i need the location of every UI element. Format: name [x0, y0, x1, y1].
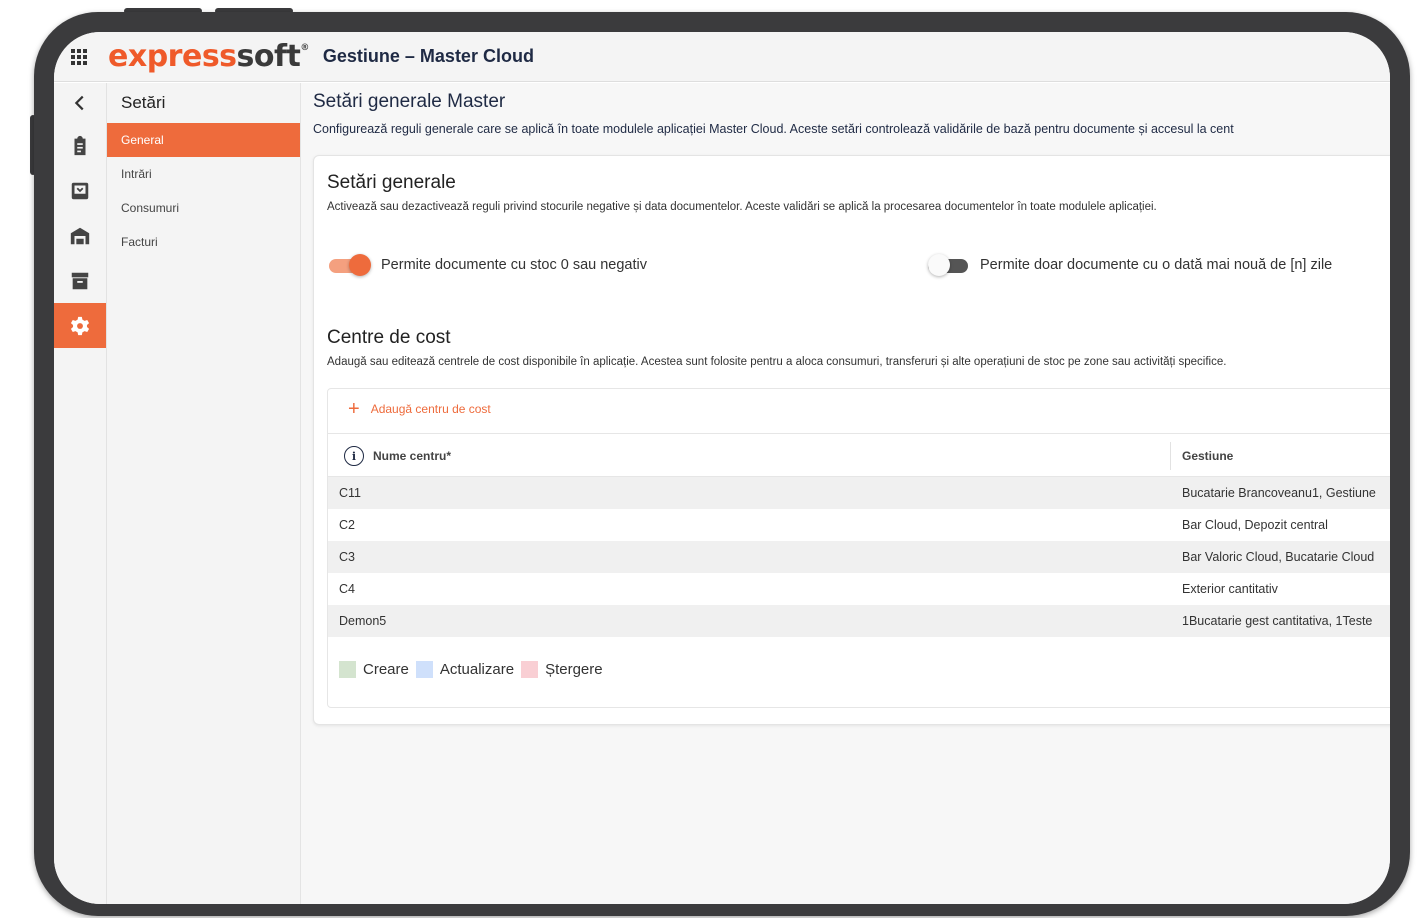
cost-centers-title: Centre de cost — [327, 327, 451, 348]
legend-swatch-delete — [521, 661, 539, 678]
cell-name: C3 — [339, 550, 355, 564]
gear-icon[interactable] — [54, 303, 106, 348]
table-row[interactable]: C4 Exterior cantitativ — [328, 573, 1390, 605]
info-icon[interactable]: i — [344, 446, 364, 466]
legend-swatch-update — [415, 661, 433, 678]
table-row[interactable]: C3 Bar Valoric Cloud, Bucatarie Cloud — [328, 541, 1390, 573]
legend-label-update: Actualizare — [439, 661, 515, 678]
archive-icon[interactable] — [54, 258, 106, 303]
general-settings-description: Activează sau dezactivează reguli privin… — [327, 201, 1157, 213]
tablet-frame: expresssoft® Gestiune – Master Cloud Set… — [34, 12, 1410, 916]
plus-icon: + — [348, 398, 360, 420]
clipboard-icon[interactable] — [54, 123, 106, 168]
table-row[interactable]: C2 Bar Cloud, Depozit central — [328, 509, 1390, 541]
cell-gestiune: Bar Valoric Cloud, Bucatarie Cloud — [1182, 550, 1375, 564]
top-bar: expresssoft® Gestiune – Master Cloud — [54, 32, 1390, 82]
chevron-left-icon[interactable] — [54, 83, 106, 123]
settings-card: Setări generale Activează sau dezactivea… — [313, 155, 1390, 725]
recent-date-label: Permite doar documente cu o dată mai nou… — [980, 257, 1333, 273]
legend-swatch-create — [339, 661, 356, 678]
column-header-name[interactable]: i Nume centru* — [344, 434, 451, 478]
column-header-name-label: Nume centru* — [373, 449, 452, 463]
subnav-item-facturi[interactable]: Facturi — [107, 225, 300, 259]
add-cost-center-button[interactable]: + Adaugă centru de cost — [348, 399, 491, 419]
cell-name: C2 — [339, 518, 355, 532]
page-description: Configurează reguli generale care se apl… — [313, 122, 1234, 136]
legend: Creare Actualizare Ștergere — [339, 661, 610, 678]
cell-gestiune: Bucatarie Brancoveanu1, Gestiune — [1182, 486, 1376, 500]
page-title: Setări generale Master — [313, 91, 506, 112]
main-content: Setări generale Master Configurează regu… — [301, 83, 1390, 904]
subnav-item-general[interactable]: General — [107, 123, 300, 157]
negative-stock-setting: Permite documente cu stoc 0 sau negativ — [329, 254, 647, 276]
app-title: Gestiune – Master Cloud — [322, 46, 534, 66]
app-screen: expresssoft® Gestiune – Master Cloud Set… — [54, 32, 1390, 904]
expressoft-logo: expresssoft® — [108, 39, 309, 74]
download-box-icon[interactable] — [54, 168, 106, 213]
add-cost-center-label: Adaugă centru de cost — [370, 402, 491, 416]
negative-stock-toggle[interactable] — [329, 254, 371, 276]
table-header: i Nume centru* Gestiune — [328, 433, 1390, 477]
cell-name: C4 — [339, 582, 355, 596]
settings-nav-title: Setări — [121, 93, 166, 112]
subnav-item-consumuri[interactable]: Consumuri — [107, 191, 300, 225]
column-divider[interactable] — [1170, 442, 1171, 470]
cell-name: C11 — [339, 486, 362, 500]
apps-grid-icon[interactable] — [54, 32, 104, 82]
table-row[interactable]: C11 Bucatarie Brancoveanu1, Gestiune — [328, 477, 1390, 509]
recent-date-toggle[interactable] — [928, 254, 970, 276]
table-row[interactable]: Demon5 1Bucatarie gest cantitativa, 1Tes… — [328, 605, 1390, 637]
subnav-item-intrari[interactable]: Intrări — [107, 157, 300, 191]
column-header-gestiune[interactable]: Gestiune — [1182, 434, 1233, 478]
icon-rail — [54, 83, 107, 904]
legend-label-delete: Ștergere — [545, 661, 603, 678]
legend-label-create: Creare — [363, 661, 409, 678]
negative-stock-label: Permite documente cu stoc 0 sau negativ — [381, 257, 647, 273]
general-settings-title: Setări generale — [327, 172, 456, 193]
settings-nav: Setări General Intrări Consumuri Facturi — [107, 83, 301, 904]
cost-centers-description: Adaugă sau editează centrele de cost dis… — [327, 356, 1227, 368]
cost-centers-table: + Adaugă centru de cost i Nume centru* G… — [327, 388, 1390, 708]
cell-name: Demon5 — [339, 614, 387, 628]
cell-gestiune: Exterior cantitativ — [1182, 582, 1278, 596]
cell-gestiune: Bar Cloud, Depozit central — [1182, 518, 1328, 532]
recent-date-setting: Permite doar documente cu o dată mai nou… — [928, 254, 1332, 276]
cell-gestiune: 1Bucatarie gest cantitativa, 1Teste — [1182, 614, 1373, 628]
warehouse-icon[interactable] — [54, 213, 106, 258]
